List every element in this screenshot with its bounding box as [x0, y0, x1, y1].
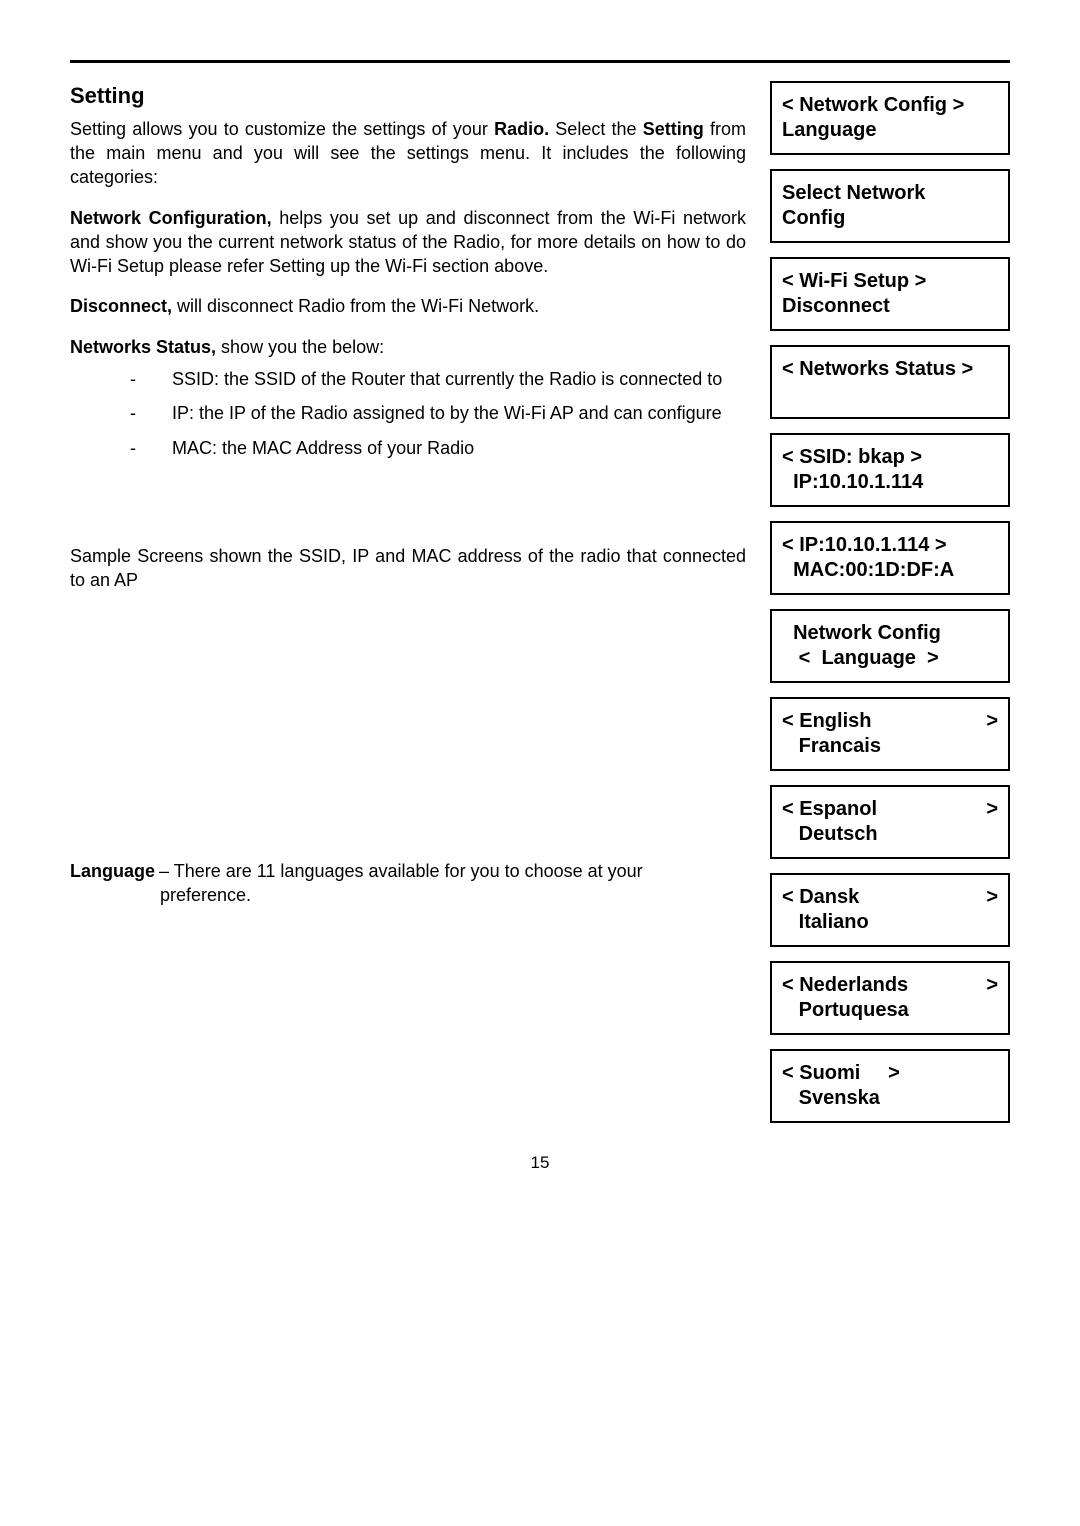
lcd-network-config: < Network Config > Language — [770, 81, 1010, 155]
intro-paragraph: Setting allows you to customize the sett… — [70, 117, 746, 190]
lcd-line: Deutsch — [782, 822, 998, 847]
lcd-line: Svenska — [782, 1086, 998, 1111]
intro-b: Radio. — [494, 119, 549, 139]
lcd-row: < Dansk > — [782, 885, 998, 910]
language-text-2: preference. — [70, 883, 746, 907]
page: Setting Setting allows you to customize … — [0, 0, 1080, 1213]
spacer — [70, 484, 746, 544]
lcd-line: Language — [782, 118, 998, 143]
disconnect-label: Disconnect, — [70, 296, 172, 316]
left-column: Setting Setting allows you to customize … — [70, 81, 746, 907]
netstatus-text: show you the below: — [216, 337, 384, 357]
lcd-espanol: < Espanol > Deutsch — [770, 785, 1010, 859]
lcd-networks-status: < Networks Status > — [770, 345, 1010, 419]
spacer — [70, 609, 746, 859]
lcd-line: < Dansk — [782, 885, 859, 910]
disconnect-text: will disconnect Radio from the Wi-Fi Net… — [172, 296, 539, 316]
lcd-line: < Espanol — [782, 797, 877, 822]
lcd-line: < Network Config > — [782, 93, 998, 118]
lcd-line: MAC:00:1D:DF:A — [782, 558, 998, 583]
netstatus-label: Networks Status, — [70, 337, 216, 357]
sample-screens-paragraph: Sample Screens shown the SSID, IP and MA… — [70, 544, 746, 593]
content-row: Setting Setting allows you to customize … — [70, 81, 1010, 1123]
section-title: Setting — [70, 81, 746, 111]
chevron-right-icon: > — [986, 709, 998, 734]
lcd-line: Disconnect — [782, 294, 998, 319]
bullet-ip: IP: the IP of the Radio assigned to by t… — [130, 401, 746, 425]
lcd-line — [782, 382, 998, 407]
lcd-line: Network Config — [782, 621, 998, 646]
lcd-ssid: < SSID: bkap > IP:10.10.1.114 — [770, 433, 1010, 507]
lcd-language-menu: Network Config < Language > — [770, 609, 1010, 683]
page-number: 15 — [70, 1153, 1010, 1173]
lcd-line: < Wi-Fi Setup > — [782, 269, 998, 294]
lcd-line: Select Network — [782, 181, 998, 206]
lcd-select-network: Select Network Config — [770, 169, 1010, 243]
lcd-row: < Espanol > — [782, 797, 998, 822]
lcd-line: < IP:10.10.1.114 > — [782, 533, 998, 558]
lcd-wifi-setup: < Wi-Fi Setup > Disconnect — [770, 257, 1010, 331]
screens-column: < Network Config > Language Select Netwo… — [770, 81, 1010, 1123]
lcd-line: IP:10.10.1.114 — [782, 470, 998, 495]
disconnect-paragraph: Disconnect, will disconnect Radio from t… — [70, 294, 746, 318]
lcd-line: Italiano — [782, 910, 998, 935]
intro-a: Setting allows you to customize the sett… — [70, 119, 494, 139]
lcd-ip-mac: < IP:10.10.1.114 > MAC:00:1D:DF:A — [770, 521, 1010, 595]
bullet-mac: MAC: the MAC Address of your Radio — [130, 436, 746, 460]
lcd-line: < Nederlands — [782, 973, 908, 998]
language-label: Language — [70, 859, 155, 883]
intro-d: Setting — [643, 119, 704, 139]
netconf-label: Network Configuration, — [70, 208, 272, 228]
horizontal-rule — [70, 60, 1010, 63]
status-bullet-list: SSID: the SSID of the Router that curren… — [70, 367, 746, 460]
lcd-dansk: < Dansk > Italiano — [770, 873, 1010, 947]
bullet-ssid: SSID: the SSID of the Router that curren… — [130, 367, 746, 391]
chevron-right-icon: > — [986, 797, 998, 822]
network-config-paragraph: Network Configuration, helps you set up … — [70, 206, 746, 279]
intro-c: Select the — [549, 119, 643, 139]
lcd-nederlands: < Nederlands > Portuquesa — [770, 961, 1010, 1035]
chevron-right-icon: > — [986, 885, 998, 910]
lcd-row: < English > — [782, 709, 998, 734]
language-text-1: – There are 11 languages available for y… — [155, 859, 643, 883]
chevron-right-icon: > — [986, 973, 998, 998]
netstatus-paragraph: Networks Status, show you the below: — [70, 335, 746, 359]
lcd-english: < English > Francais — [770, 697, 1010, 771]
lcd-line: Config — [782, 206, 998, 231]
language-paragraph: Language – There are 11 languages availa… — [70, 859, 746, 908]
lcd-suomi: < Suomi > Svenska — [770, 1049, 1010, 1123]
lcd-line: Francais — [782, 734, 998, 759]
lcd-line: < Language > — [782, 646, 998, 671]
lcd-line: < Suomi > — [782, 1061, 998, 1086]
lcd-line: < SSID: bkap > — [782, 445, 998, 470]
lcd-row: < Nederlands > — [782, 973, 998, 998]
lcd-line: Portuquesa — [782, 998, 998, 1023]
lcd-line: < English — [782, 709, 871, 734]
lcd-line: < Networks Status > — [782, 357, 998, 382]
